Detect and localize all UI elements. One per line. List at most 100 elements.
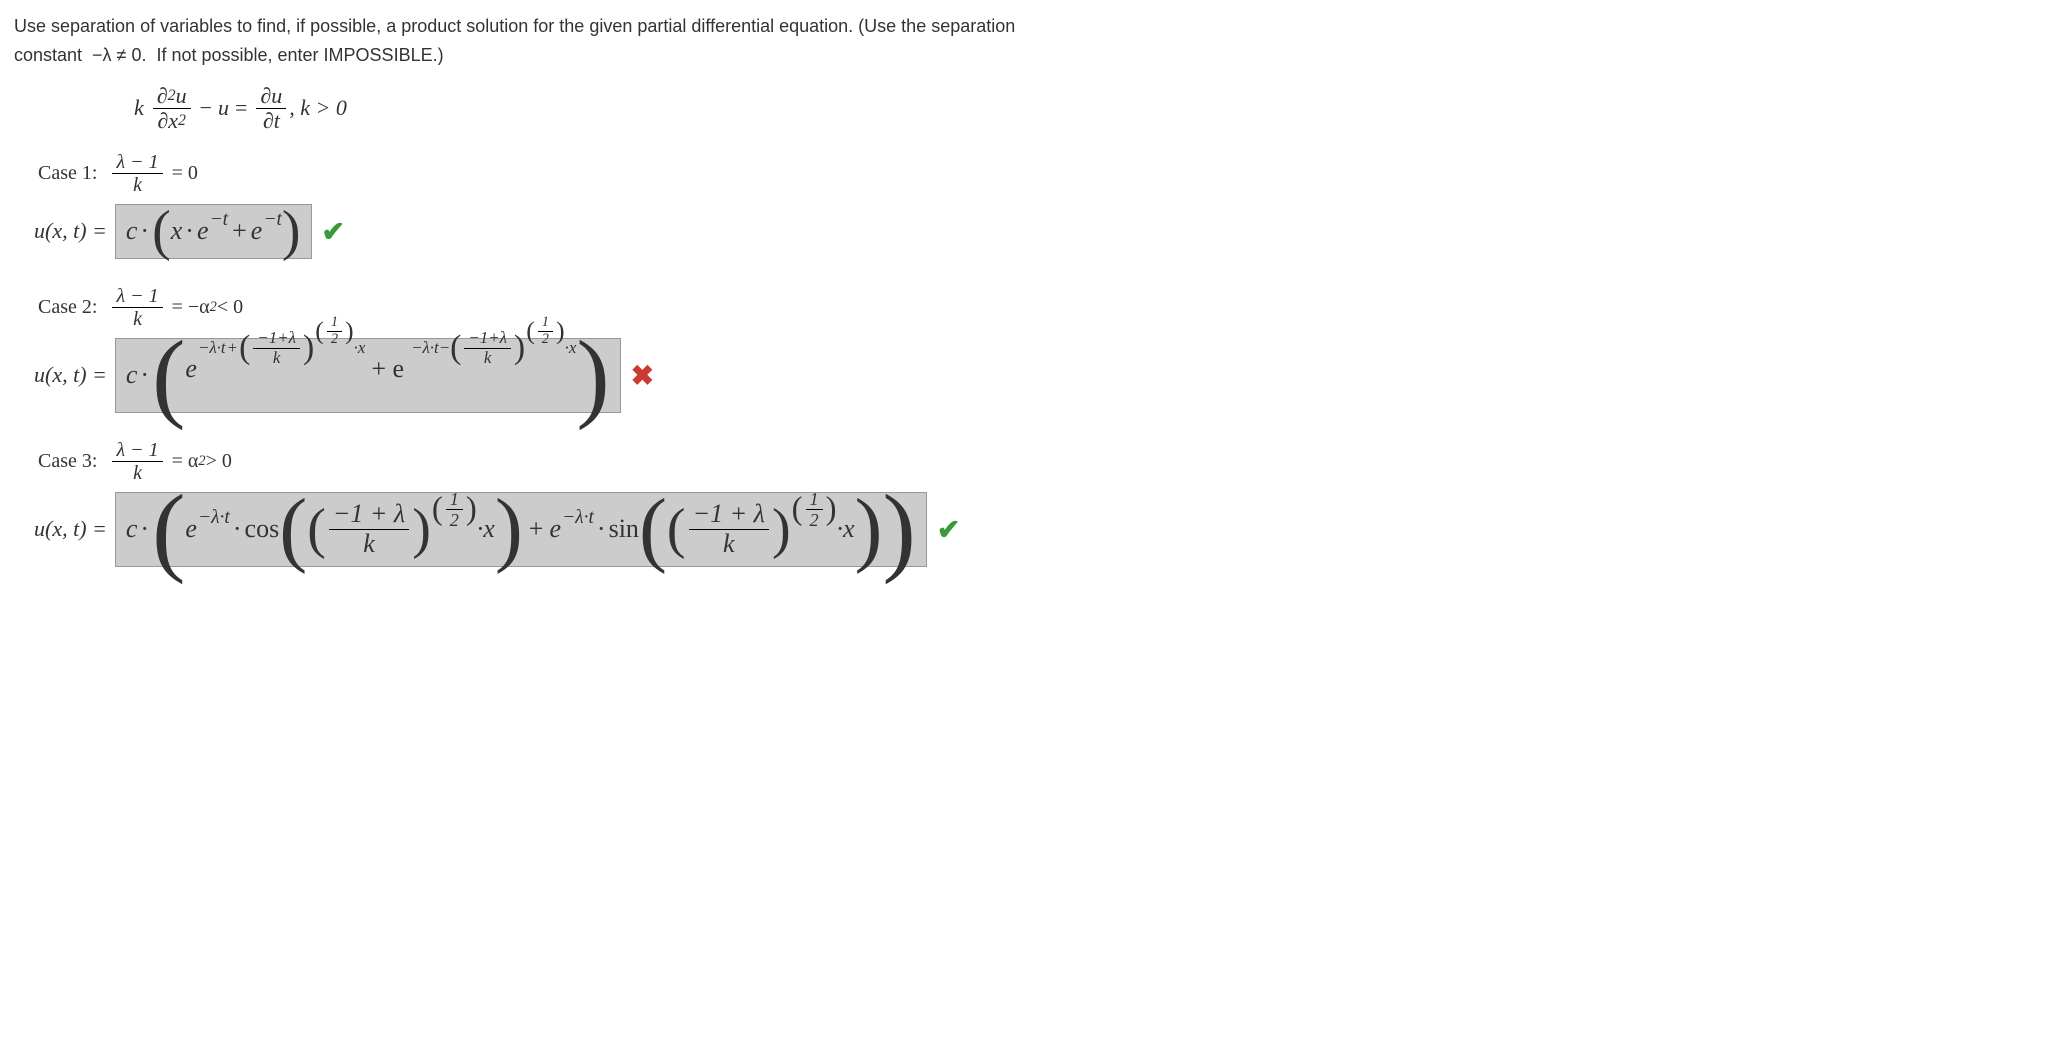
u: u [176,84,187,108]
u2: u [218,95,229,121]
half-den2: 2 [806,510,823,530]
case-3-tail: > 0 [206,450,232,473]
exp2: −t [263,210,282,230]
half-num: 1 [327,315,342,331]
prompt-line-2: constant −λ ≠ 0. If not possible, enter … [14,45,444,65]
half-den: 2 [327,332,342,348]
case-3-answer-row: u(x, t) = c · ( e −λ·t · cos ( ( −1 + λ … [34,492,2032,567]
e: e [185,516,197,542]
half: 1 2 [327,315,342,348]
uxt-prefix-1: u(x, t) = [34,218,107,244]
e1: e −λ·t [185,516,229,542]
case-1-label: Case 1: [38,162,97,185]
case-1-frac: λ − 1 k [112,151,162,196]
case-1-check-icon: ✔ [322,215,345,248]
num: −1+λ [253,329,300,348]
case-3-line: Case 3: λ − 1 k = α2 > 0 [38,439,2032,484]
case-3-answer-box[interactable]: c · ( e −λ·t · cos ( ( −1 + λ k ) ( [115,492,927,567]
dx: ∂x [157,109,178,133]
pde-du-dt: ∂u ∂t [256,84,286,133]
e2: e −λ·t [549,516,593,542]
half-2: 1 2 [806,489,823,530]
half-num: 1 [446,489,463,509]
case-2-answer-row: u(x, t) = c · ( e −λ·t + ( −1+λ k ) [34,338,2032,413]
e2: e [251,218,263,244]
case-3-check-icon: ✔ [937,513,960,546]
half-den: 2 [538,332,553,348]
neg-lt-minus: −λ·t− [411,340,450,357]
minus: − [200,95,212,121]
pde-d2u-dx2: ∂2u ∂x2 [153,84,191,133]
partial: ∂ [157,84,168,108]
rparen-outer: ) [576,343,609,408]
plus-e: + e [365,356,410,382]
den2: k [719,530,739,559]
num: λ − 1 [112,151,162,173]
neg-lt: −λ·t [198,340,226,357]
half-2: 1 2 [538,315,553,348]
lparen-sin: ( [639,500,667,559]
den: k [269,349,285,368]
e-neg-t-1: e −t [197,218,228,244]
pde-equation: k ∂2u ∂x2 − u = ∂u ∂t , k > 0 [134,84,2032,133]
num: λ − 1 [112,439,162,461]
num2: −1 + λ [689,500,769,529]
den: k [359,530,379,559]
lparen: ( [152,209,171,254]
prompt-line-1: Use separation of variables to find, if … [14,16,1015,36]
dot: · [137,516,152,542]
case-1-answer-row: u(x, t) = c · ( x · e −t + e −t ) ✔ [34,204,2032,259]
question-prompt: Use separation of variables to find, if … [14,12,1994,70]
plus: + [523,516,550,542]
e: e [185,356,197,382]
plus: + [226,340,240,357]
case-2-tail: < 0 [217,296,243,319]
sin: sin [609,516,639,542]
rparen-outer: ) [883,497,916,562]
den: k [129,174,146,196]
num: −1 + λ [329,500,409,529]
num: λ − 1 [112,285,162,307]
case-1-eq: = 0 [172,162,198,185]
lam-frac-2: −1+λ k [464,329,511,367]
dotx: ·x [477,516,495,542]
dot3: · [594,516,609,542]
eq: = [235,95,247,121]
lam-frac: −1+λ k [253,329,300,367]
dot2: · [182,218,197,244]
rparen: ) [282,209,301,254]
case-3-label: Case 3: [38,450,97,473]
rparen-sin: ) [855,500,883,559]
half-den: 2 [446,510,463,530]
exp1: −λ·t [198,508,230,528]
dot2: · [230,516,245,542]
cos: cos [245,516,280,542]
e: e [197,218,209,244]
dot: · [137,218,152,244]
du: ∂u [256,84,286,108]
c: c [126,516,138,542]
pde-k: k [134,95,144,121]
uxt-prefix-3: u(x, t) = [34,516,107,542]
lparen-cos: ( [279,500,307,559]
half: 1 2 [446,489,463,530]
exp: −t [210,210,229,230]
lparen-outer: ( [152,343,185,408]
case-1-answer-box[interactable]: c · ( x · e −t + e −t ) [115,204,312,259]
den: k [480,349,496,368]
den: k [129,462,146,484]
e-neg-t-2: e −t [251,218,282,244]
uxt-prefix-2: u(x, t) = [34,362,107,388]
case-2-label: Case 2: [38,296,97,319]
case-2-answer-box[interactable]: c · ( e −λ·t + ( −1+λ k ) [115,338,621,413]
pde-condition: , k > 0 [289,95,347,121]
dt: ∂t [259,109,284,133]
half-num2: 1 [806,489,823,509]
dotx-2: ·x [565,340,577,357]
dotx: ·x [354,340,366,357]
x: x [171,218,183,244]
e2b: e [549,516,561,542]
lparen-outer: ( [152,497,185,562]
exp2: −λ·t [562,508,594,528]
case-2-eq: = −α [172,296,210,319]
